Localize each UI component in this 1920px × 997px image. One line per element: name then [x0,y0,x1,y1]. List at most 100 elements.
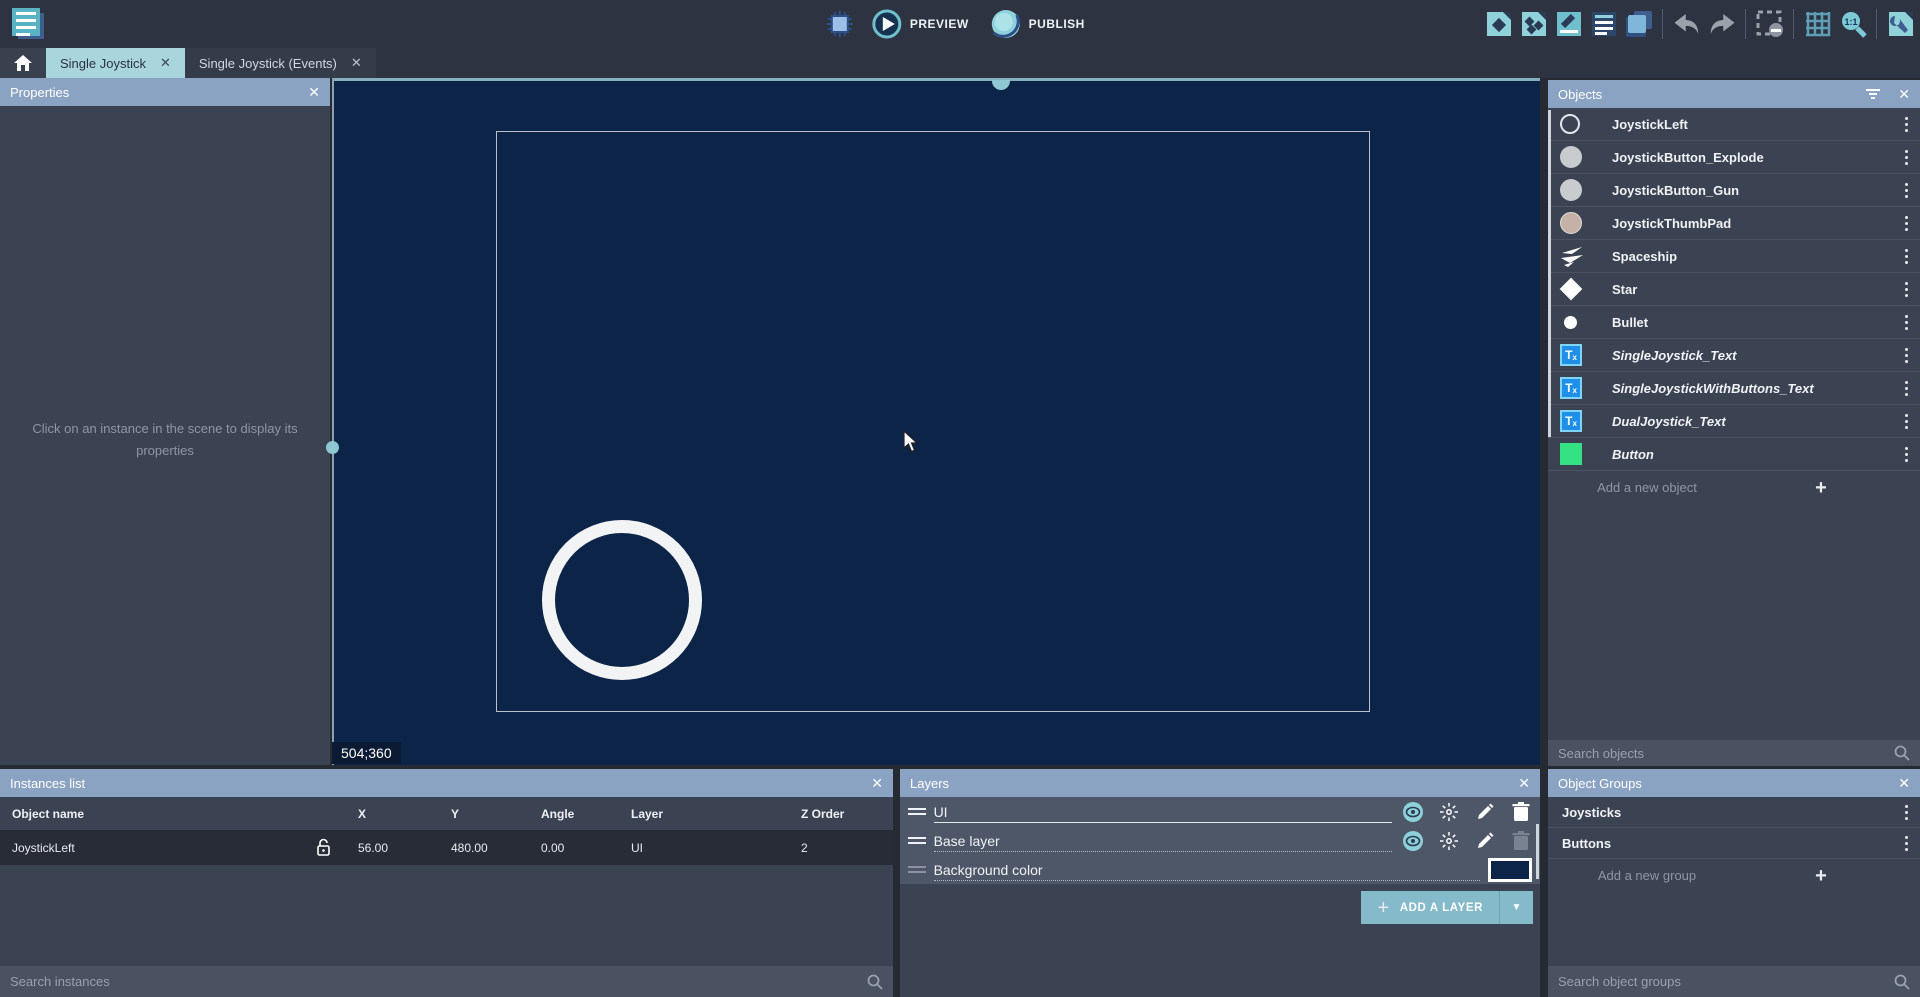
layers-scrollbar[interactable] [1536,824,1539,879]
close-groups-icon[interactable]: ✕ [1898,775,1910,792]
lock-icon[interactable] [300,838,346,857]
drag-handle-icon[interactable] [908,834,926,847]
text-icon: Tx [1560,344,1604,366]
object-row-spaceship[interactable]: Spaceship [1548,240,1920,273]
object-row-singlejoystickwithbuttons_text[interactable]: TxSingleJoystickWithButtons_Text [1548,372,1920,405]
layer-name-field[interactable]: UI [934,797,1392,826]
close-properties-icon[interactable]: ✕ [308,84,320,101]
item-menu-icon[interactable] [1901,278,1912,301]
delete-trash-icon[interactable] [1510,830,1532,852]
layer-name-field[interactable]: Base layer [934,826,1392,855]
joystick-instance[interactable] [542,520,702,680]
layer-row-background-color[interactable]: Background color [900,855,1540,884]
toggle-selection-mask-icon[interactable] [1754,9,1785,40]
scene-canvas[interactable]: 504;360 [332,78,1540,765]
toggle-grid-icon[interactable] [1802,9,1833,40]
open-objects-panel-icon[interactable] [1483,9,1514,40]
add-group-button[interactable]: Add a new group + [1548,859,1920,892]
open-instances-list-icon[interactable] [1588,9,1619,40]
close-layers-icon[interactable]: ✕ [1518,775,1530,792]
main-menu-icon[interactable] [8,5,48,45]
object-row-joystickbutton_gun[interactable]: JoystickButton_Gun [1548,174,1920,207]
object-name: JoystickButton_Explode [1604,150,1901,165]
add-layer-button[interactable]: + ADD A LAYER ▼ [1361,891,1533,924]
effects-icon[interactable] [1438,801,1460,823]
open-properties-panel-icon[interactable] [1553,9,1584,40]
object-row-joystickthumbpad[interactable]: JoystickThumbPad [1548,207,1920,240]
close-tab-icon[interactable]: ✕ [351,55,362,71]
search-objects-input[interactable] [1558,746,1894,761]
properties-panel-header: Properties ✕ [0,78,330,106]
layer-row-base-layer[interactable]: Base layer [900,826,1540,855]
edit-pencil-icon[interactable] [1474,830,1496,852]
object-row-singlejoystick_text[interactable]: TxSingleJoystick_Text [1548,339,1920,372]
add-layer-dropdown[interactable]: ▼ [1499,891,1533,924]
scene-tab-bar: Single Joystick ✕ Single Joystick (Event… [0,48,1920,78]
home-tab-button[interactable] [0,48,46,78]
debug-tools-icon[interactable] [1885,9,1916,40]
open-object-groups-panel-icon[interactable] [1518,9,1549,40]
debugger-icon[interactable] [824,8,856,40]
item-menu-icon[interactable] [1901,377,1912,400]
tab-single-joystick-events[interactable]: Single Joystick (Events) ✕ [185,48,376,78]
text-icon: Tx [1560,377,1604,399]
object-row-star[interactable]: Star [1548,273,1920,306]
object-row-button[interactable]: Button [1548,438,1920,471]
filter-icon[interactable] [1866,89,1880,99]
object-row-joystickleft[interactable]: JoystickLeft [1548,108,1920,141]
close-objects-icon[interactable]: ✕ [1898,86,1910,103]
object-row-joystickbutton_explode[interactable]: JoystickButton_Explode [1548,141,1920,174]
item-menu-icon[interactable] [1901,146,1912,169]
background-color-swatch[interactable] [1488,858,1532,882]
open-layers-panel-icon[interactable] [1623,9,1654,40]
visibility-eye-icon[interactable] [1402,830,1424,852]
zoom-original-icon[interactable]: 1:1 [1837,9,1868,40]
publish-button[interactable]: PUBLISH [985,5,1091,43]
toolbar-separator [1876,9,1877,39]
delete-trash-icon[interactable] [1510,801,1532,823]
effects-icon[interactable] [1438,830,1460,852]
group-row-joysticks[interactable]: Joysticks [1548,797,1920,828]
search-object-groups-input[interactable] [1558,974,1894,989]
layers-panel-header: Layers ✕ [900,769,1540,797]
group-name: Joysticks [1562,805,1901,820]
object-row-bullet[interactable]: Bullet [1548,306,1920,339]
edit-pencil-icon[interactable] [1474,801,1496,823]
instances-search [0,966,893,997]
item-menu-icon[interactable] [1901,832,1912,855]
preview-button[interactable]: PREVIEW [866,5,975,43]
circle-gray-icon [1560,179,1604,201]
item-menu-icon[interactable] [1901,113,1912,136]
add-object-button[interactable]: Add a new object + [1548,471,1920,504]
close-tab-icon[interactable]: ✕ [160,55,171,71]
object-row-dualjoystick_text[interactable]: TxDualJoystick_Text [1548,405,1920,438]
close-instances-icon[interactable]: ✕ [871,775,883,792]
item-menu-icon[interactable] [1901,179,1912,202]
drag-handle-icon[interactable] [908,805,926,818]
item-menu-icon[interactable] [1901,801,1912,824]
tab-single-joystick[interactable]: Single Joystick ✕ [46,48,185,78]
item-menu-icon[interactable] [1901,311,1912,334]
canvas-top-splitter[interactable] [332,78,1540,81]
preview-label: PREVIEW [910,17,969,31]
layer-name-field[interactable]: Background color [934,855,1480,884]
instance-row-joystickleft[interactable]: JoystickLeft56.00480.000.00UI2 [0,830,893,865]
redo-icon[interactable] [1706,9,1737,40]
drag-handle-icon[interactable] [908,863,926,876]
search-instances-input[interactable] [10,974,867,989]
item-menu-icon[interactable] [1901,245,1912,268]
item-menu-icon[interactable] [1901,212,1912,235]
group-row-buttons[interactable]: Buttons [1548,828,1920,859]
item-menu-icon[interactable] [1901,410,1912,433]
diamond-icon [1560,281,1604,297]
item-menu-icon[interactable] [1901,344,1912,367]
undo-icon[interactable] [1671,9,1702,40]
splitter-handle-left[interactable] [326,441,339,454]
visibility-eye-icon[interactable] [1402,801,1424,823]
layer-row-ui[interactable]: UI [900,797,1540,826]
search-icon [1894,745,1910,761]
splitter-handle-top[interactable] [992,80,1010,90]
item-menu-icon[interactable] [1901,443,1912,466]
canvas-left-splitter[interactable] [332,78,334,765]
objects-scrollbar[interactable] [1548,110,1551,437]
